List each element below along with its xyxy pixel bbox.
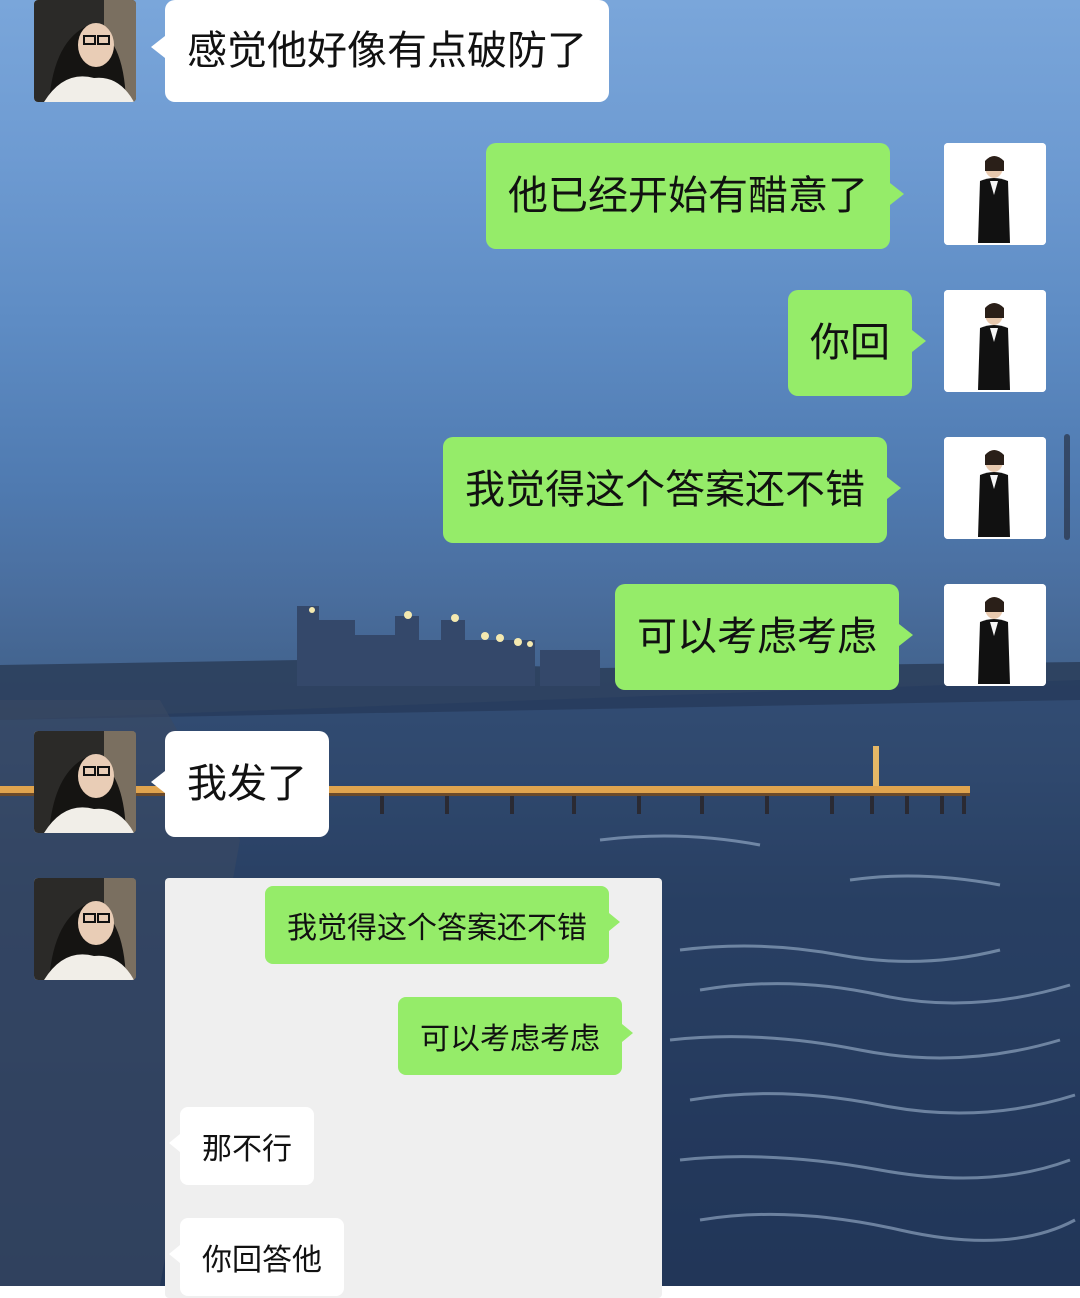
message-bubble-sent[interactable]: 你回 [788, 290, 926, 396]
bubble-tail [887, 477, 901, 499]
my-avatar[interactable] [944, 143, 1046, 245]
message-text: 可以考虑考虑 [637, 614, 877, 660]
message-bubble-received[interactable]: 感觉他好像有点破防了 [151, 0, 609, 102]
woman-with-glasses-avatar-icon [34, 878, 136, 980]
message-bubble-sent[interactable]: 他已经开始有醋意了 [486, 143, 904, 249]
bubble-tail [899, 624, 913, 646]
message-text: 感觉他好像有点破防了 [187, 28, 587, 74]
message-text: 我发了 [187, 761, 307, 807]
woman-in-suit-avatar-icon [944, 290, 1046, 392]
screenshot-bubble-received: 你回答他 [169, 1218, 344, 1296]
bubble-tail [151, 36, 165, 58]
my-avatar[interactable] [944, 584, 1046, 686]
bubble-tail [169, 1245, 180, 1263]
bubble-tail [151, 771, 165, 793]
message-text: 你回 [810, 320, 890, 366]
screenshot-bubble-sent: 我觉得这个答案还不错 [265, 886, 620, 964]
message-text: 他已经开始有醋意了 [508, 173, 868, 219]
image-message-screenshot[interactable]: 我觉得这个答案还不错 可以考虑考虑 那不行 你回答他 [165, 878, 662, 1298]
my-avatar[interactable] [944, 437, 1046, 539]
scrollbar[interactable] [1064, 434, 1070, 540]
woman-with-glasses-avatar-icon [34, 0, 136, 102]
message-bubble-received[interactable]: 我发了 [151, 731, 329, 837]
contact-avatar[interactable] [34, 0, 136, 102]
screenshot-bubble-sent: 可以考虑考虑 [398, 997, 633, 1075]
screenshot-message-text: 你回答他 [202, 1243, 322, 1278]
bubble-tail [169, 1134, 180, 1152]
my-avatar[interactable] [944, 290, 1046, 392]
contact-avatar[interactable] [34, 878, 136, 980]
bubble-tail [912, 330, 926, 352]
message-text: 我觉得这个答案还不错 [465, 467, 865, 513]
message-bubble-sent[interactable]: 可以考虑考虑 [615, 584, 913, 690]
screenshot-message-text: 那不行 [202, 1132, 292, 1167]
woman-in-suit-avatar-icon [944, 437, 1046, 539]
screenshot-message-text: 可以考虑考虑 [420, 1022, 600, 1057]
screenshot-message-text: 我觉得这个答案还不错 [287, 911, 587, 946]
bubble-tail [609, 913, 620, 931]
woman-in-suit-avatar-icon [944, 584, 1046, 686]
message-bubble-sent[interactable]: 我觉得这个答案还不错 [443, 437, 901, 543]
contact-avatar[interactable] [34, 731, 136, 833]
woman-with-glasses-avatar-icon [34, 731, 136, 833]
bubble-tail [890, 183, 904, 205]
woman-in-suit-avatar-icon [944, 143, 1046, 245]
screenshot-bubble-received: 那不行 [169, 1107, 314, 1185]
bubble-tail [622, 1024, 633, 1042]
